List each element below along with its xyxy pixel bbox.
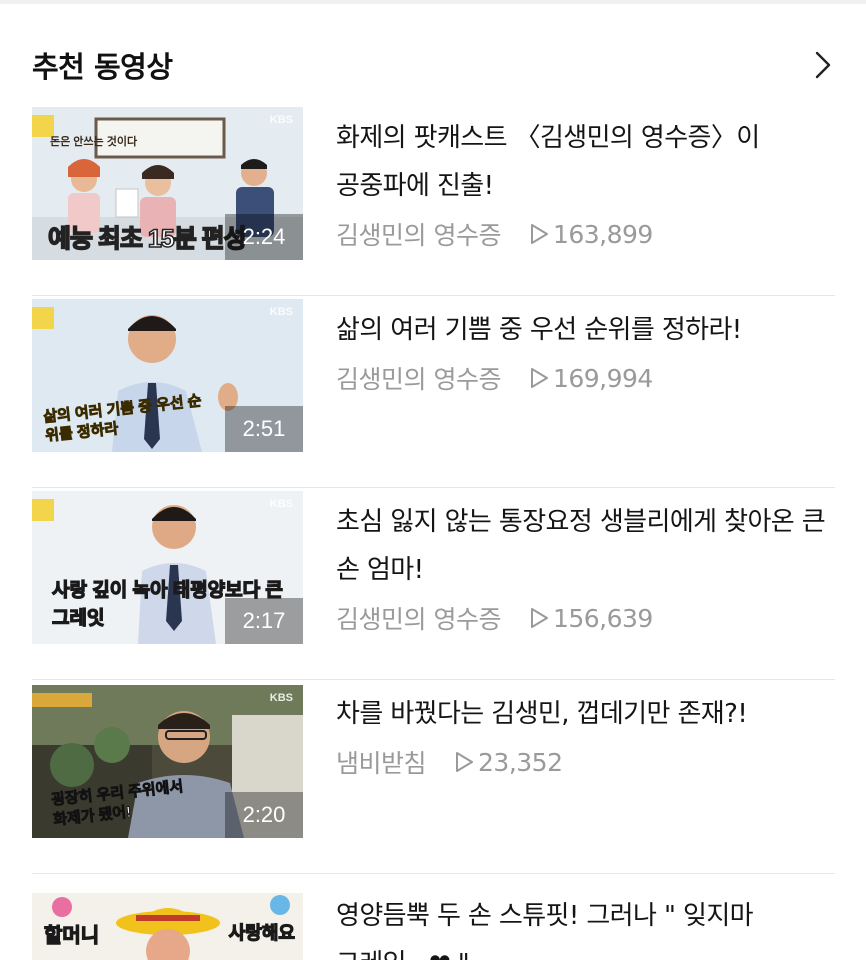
broadcaster-label: KBS [269, 306, 293, 318]
play-icon [530, 608, 548, 628]
video-title[interactable]: 차를 바꿨다는 김생민, 껍데기만 존재?! [336, 690, 836, 738]
video-duration: 2:51 [225, 406, 303, 452]
video-meta: 김생민의 영수증 163,899 [336, 216, 836, 252]
view-count: 156,639 [529, 604, 653, 633]
video-title[interactable]: 초심 잃지 않는 통장요정 생블리에게 찾아온 큰 손 엄마! [336, 498, 836, 594]
view-count-value: 169,994 [552, 363, 653, 393]
video-thumbnail[interactable]: KBS 사랑 깊이 녹아 태평양보다 큰 그레잇 2:17 [32, 491, 303, 644]
thumb-caption: 예능 최초 15분 편성 [47, 224, 247, 254]
video-meta: 김생민의 영수증 156,639 [336, 600, 836, 636]
video-info: 차를 바꿨다는 김생민, 껍데기만 존재?! 냄비받침 23,352 [336, 690, 836, 780]
video-thumbnail[interactable]: KBS 삶의 여러 기쁨 중 우선 순위를 정하라 2:51 [32, 299, 303, 452]
thumb-caption-right: 사랑해요 [228, 922, 295, 943]
video-meta: 김생민의 영수증 169,994 [336, 360, 836, 396]
broadcaster-label: KBS [269, 114, 293, 126]
view-count: 169,994 [529, 364, 653, 393]
video-item[interactable]: KBS 굉장히 우리 주위에서 화제가 됐어! 2:20 차를 바꿨다는 김생민… [32, 680, 835, 874]
video-duration: 2:24 [225, 214, 303, 260]
section-header: 추천 동영상 [32, 40, 838, 90]
broadcaster-label: KBS [269, 692, 293, 704]
thumb-caption-left: 할머니 [43, 924, 100, 947]
video-info: 영양듬뿍 두 손 스튜핏! 그러나 " 잊지마 그레잇...❤ " [336, 892, 836, 960]
video-item[interactable]: KBS 돈은 안쓰는 것이다 예능 최초 15분 편성 2:24 화제의 팟캐스… [32, 104, 835, 296]
video-meta: 냄비받침 23,352 [336, 744, 836, 780]
play-icon [456, 752, 474, 772]
video-thumbnail[interactable]: KBS 굉장히 우리 주위에서 화제가 됐어! 2:20 [32, 685, 303, 838]
broadcaster-label: KBS [269, 498, 293, 510]
video-thumbnail[interactable]: KBS 돈은 안쓰는 것이다 예능 최초 15분 편성 2:24 [32, 107, 303, 260]
video-item[interactable]: 할머니 사랑해요 영양듬뿍 두 손 스튜핏! 그러나 " 잊지마 그레잇...❤… [32, 874, 835, 960]
video-item[interactable]: KBS 삶의 여러 기쁨 중 우선 순위를 정하라 2:51 삶의 여러 기쁨 … [32, 296, 835, 488]
video-thumbnail[interactable]: 할머니 사랑해요 [32, 893, 303, 960]
channel-name[interactable]: 김생민의 영수증 [336, 216, 501, 252]
section-title: 추천 동영상 [32, 50, 173, 84]
video-info: 초심 잃지 않는 통장요정 생블리에게 찾아온 큰 손 엄마! 김생민의 영수증… [336, 498, 836, 636]
video-info: 화제의 팟캐스트 〈김생민의 영수증〉이 공중파에 진출! 김생민의 영수증 1… [336, 114, 836, 252]
video-title[interactable]: 화제의 팟캐스트 〈김생민의 영수증〉이 공중파에 진출! [336, 114, 836, 210]
video-title[interactable]: 삶의 여러 기쁨 중 우선 순위를 정하라! [336, 306, 836, 354]
more-button[interactable] [808, 45, 838, 85]
video-item[interactable]: KBS 사랑 깊이 녹아 태평양보다 큰 그레잇 2:17 초심 잃지 않는 통… [32, 488, 835, 680]
play-icon [530, 368, 548, 388]
view-count: 23,352 [454, 747, 563, 777]
play-icon [530, 224, 548, 244]
chevron-right-icon [815, 51, 831, 79]
channel-name[interactable]: 냄비받침 [336, 744, 427, 780]
view-count-value: 156,639 [552, 603, 653, 633]
top-divider [0, 0, 866, 4]
video-list: KBS 돈은 안쓰는 것이다 예능 최초 15분 편성 2:24 화제의 팟캐스… [32, 104, 835, 960]
view-count: 163,899 [529, 220, 653, 249]
video-duration: 2:20 [225, 792, 303, 838]
video-duration: 2:17 [225, 598, 303, 644]
view-count-value: 163,899 [552, 219, 653, 249]
channel-name[interactable]: 김생민의 영수증 [336, 600, 501, 636]
channel-name[interactable]: 김생민의 영수증 [336, 360, 501, 396]
video-info: 삶의 여러 기쁨 중 우선 순위를 정하라! 김생민의 영수증 169,994 [336, 306, 836, 396]
view-count-value: 23,352 [478, 747, 563, 777]
video-title[interactable]: 영양듬뿍 두 손 스튜핏! 그러나 " 잊지마 그레잇...❤ " [336, 892, 836, 960]
thumb-sign-text: 돈은 안쓰는 것이다 [50, 136, 138, 148]
